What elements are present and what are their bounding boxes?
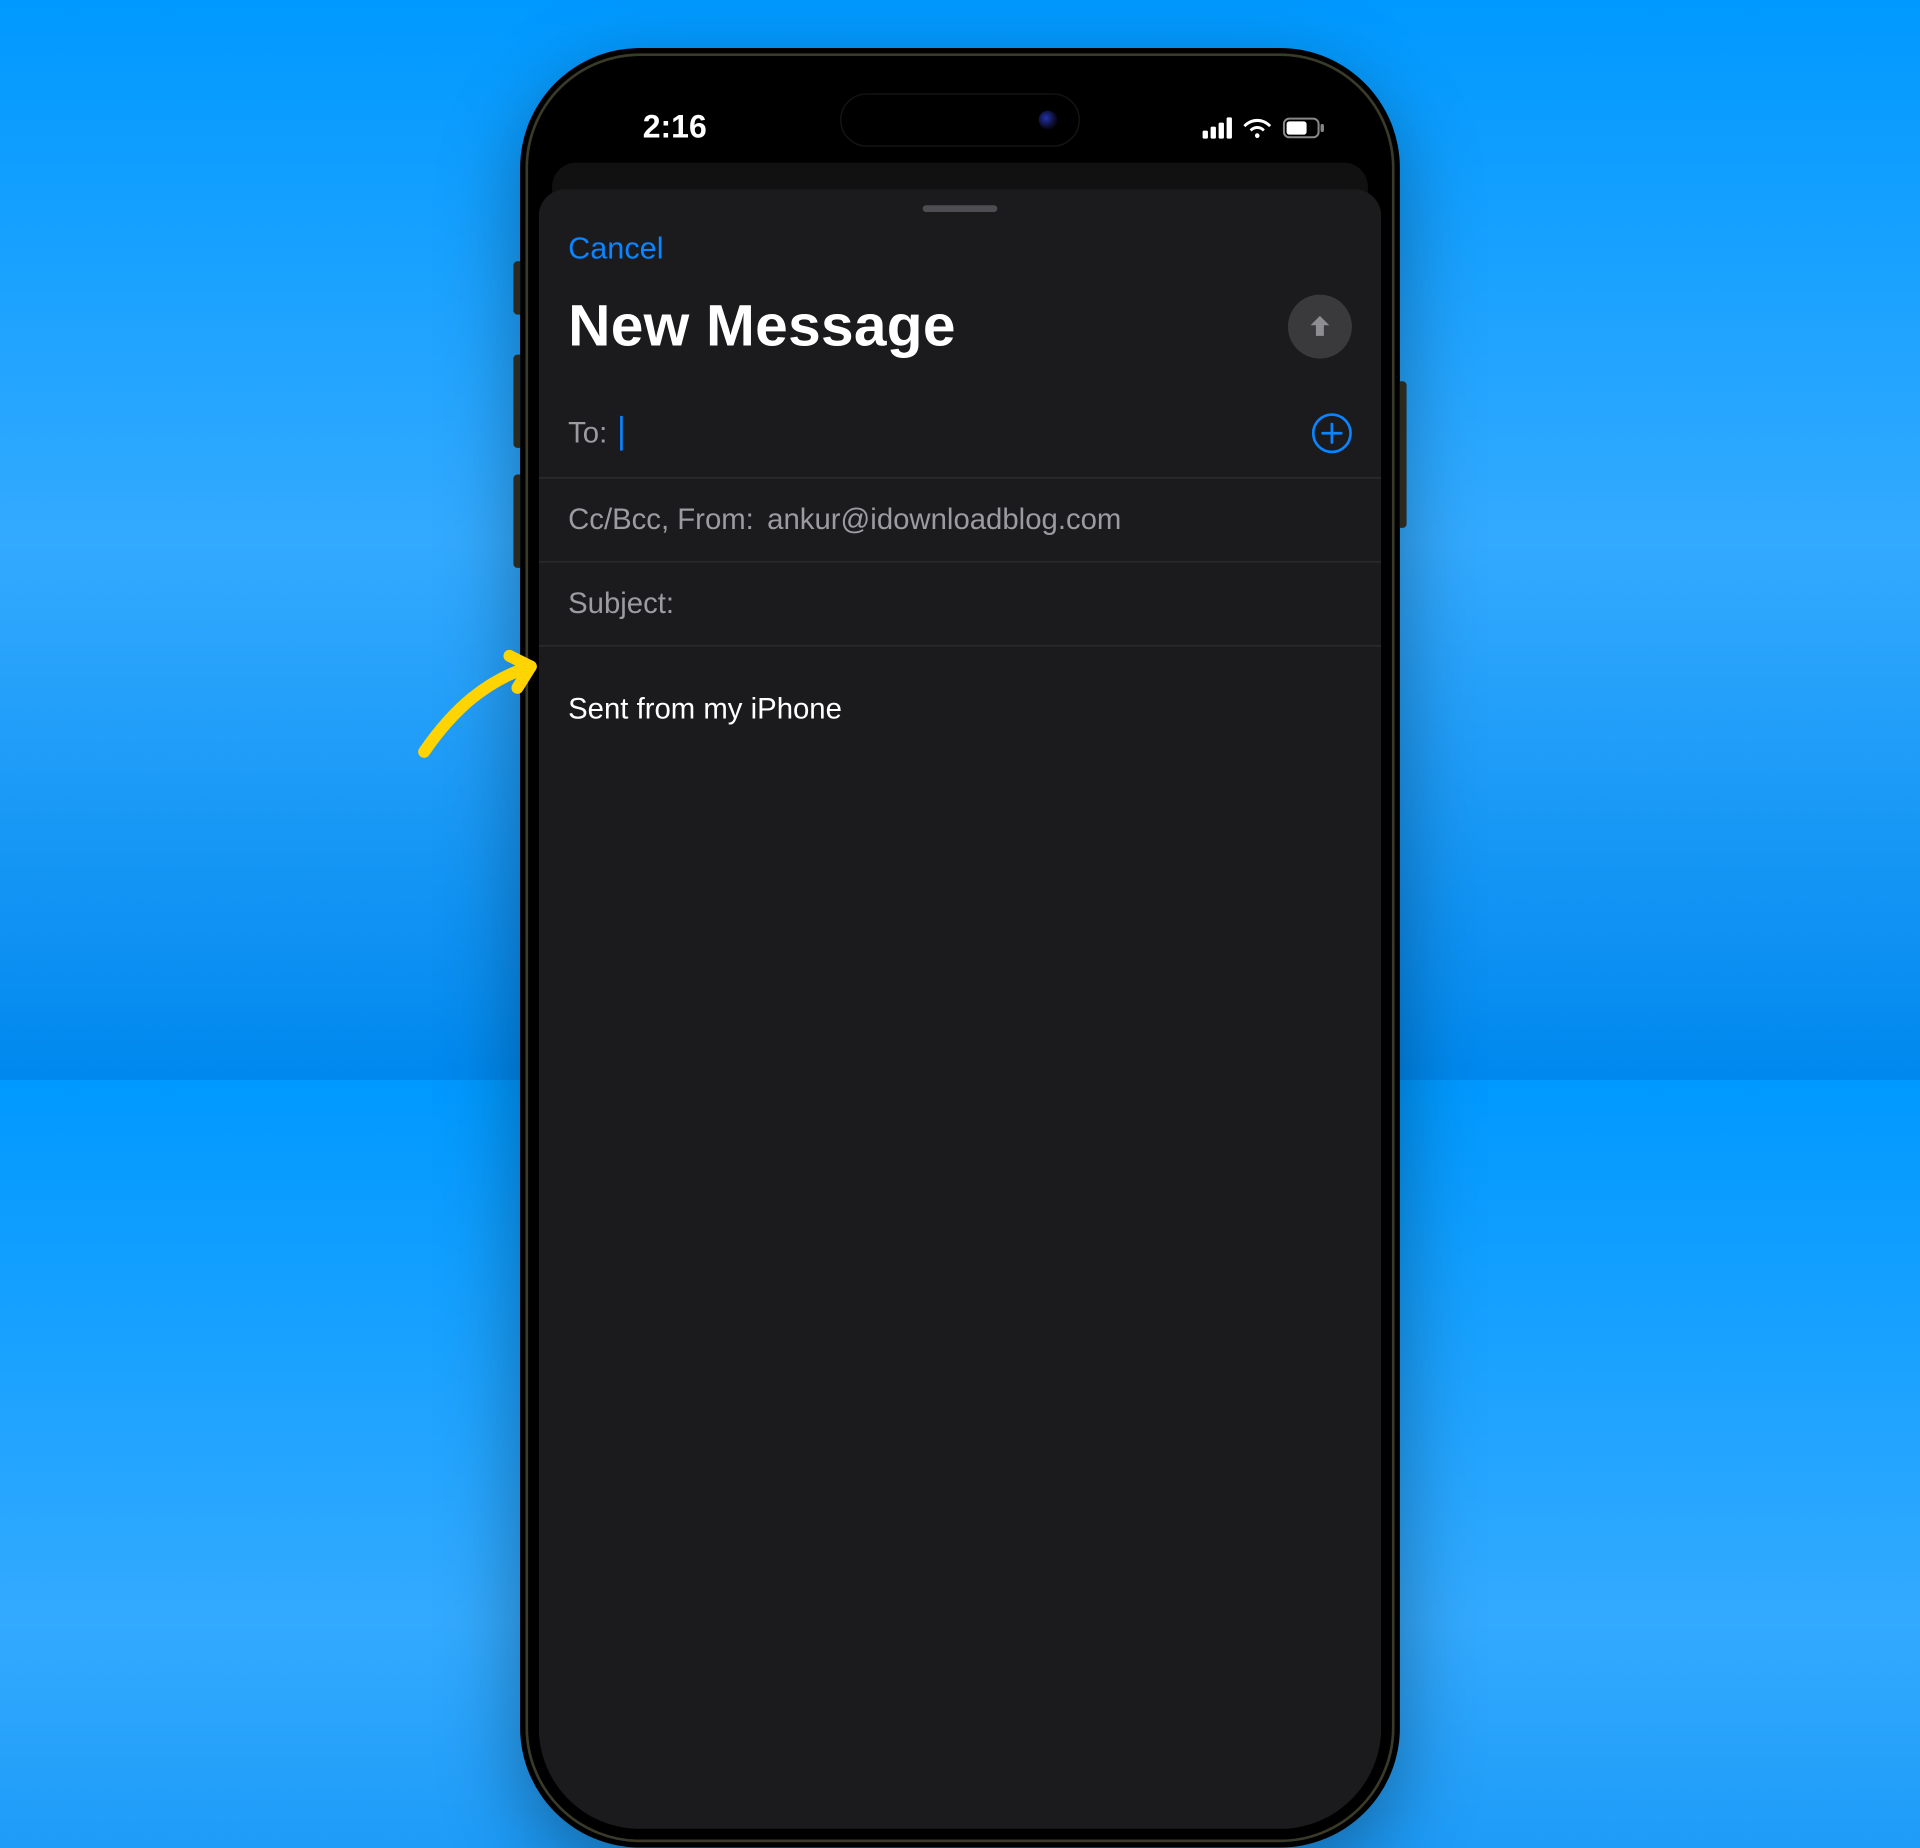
front-camera-icon <box>1039 111 1058 130</box>
silence-switch <box>513 261 520 314</box>
battery-icon <box>1283 117 1326 138</box>
compose-title: New Message <box>568 293 956 360</box>
volume-up-button <box>513 355 520 448</box>
subject-label: Subject: <box>568 587 674 622</box>
from-email: ankur@idownloadblog.com <box>767 503 1121 538</box>
message-body[interactable]: Sent from my iPhone <box>539 647 1381 772</box>
cancel-button[interactable]: Cancel <box>568 231 663 267</box>
send-button[interactable] <box>1288 295 1352 359</box>
sheet-grabber[interactable] <box>923 205 998 212</box>
power-button <box>1400 381 1407 528</box>
volume-down-button <box>513 475 520 568</box>
add-contact-button[interactable] <box>1312 413 1352 453</box>
dynamic-island <box>840 93 1080 146</box>
compose-sheet: Cancel New Message To: <box>539 189 1381 1829</box>
cc-bcc-from-field[interactable]: Cc/Bcc, From: ankur@idownloadblog.com <box>539 479 1381 563</box>
cc-bcc-from-label: Cc/Bcc, From: <box>568 503 754 538</box>
iphone-frame: 2:16 <box>520 48 1400 1848</box>
cellular-signal-icon <box>1203 117 1232 138</box>
text-cursor <box>621 416 624 451</box>
arrow-up-icon <box>1305 312 1334 341</box>
to-label: To: <box>568 416 607 451</box>
email-signature: Sent from my iPhone <box>568 692 1352 727</box>
subject-field[interactable]: Subject: <box>539 563 1381 647</box>
plus-icon <box>1321 423 1342 444</box>
to-field[interactable]: To: <box>539 389 1381 478</box>
screen: 2:16 <box>539 67 1381 1829</box>
status-time: 2:16 <box>595 109 755 146</box>
wifi-icon <box>1243 117 1272 138</box>
